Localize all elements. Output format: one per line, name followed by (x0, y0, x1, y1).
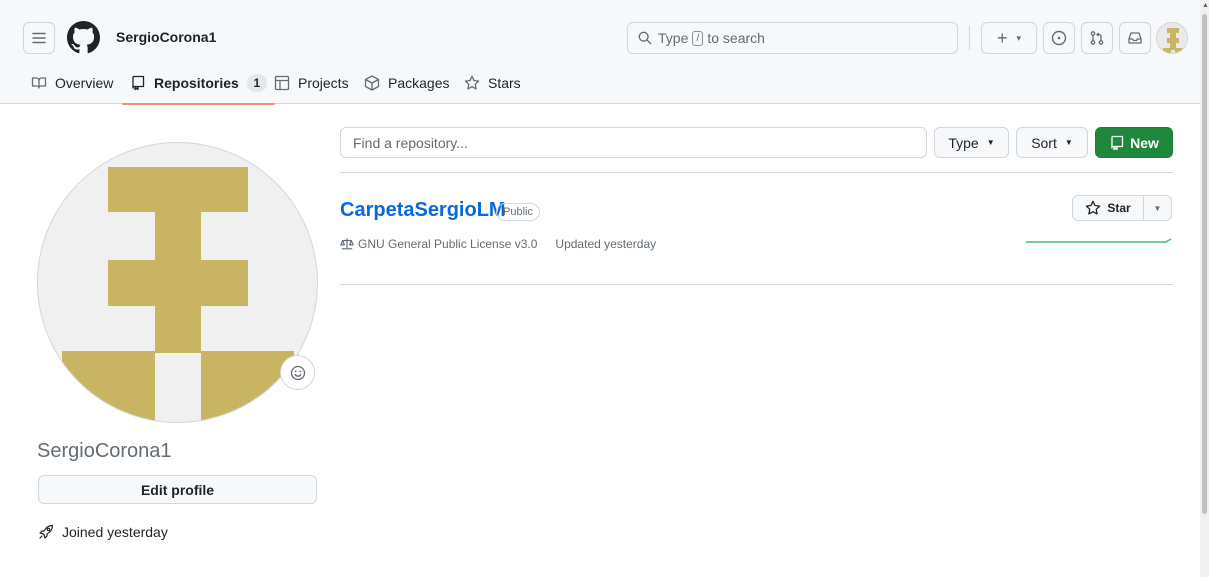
star-icon (464, 75, 480, 90)
list-bottom-divider (340, 284, 1173, 285)
global-header: SergioCorona1 Type / to search + ▾ Overv… (0, 0, 1200, 105)
tab-overview[interactable]: Overview (31, 62, 113, 104)
plus-icon: + (996, 27, 1008, 48)
chevron-down-icon: ▾ (1016, 32, 1022, 43)
type-filter-button[interactable]: Type ▼ (934, 127, 1009, 158)
avatar-identicon (1163, 28, 1183, 53)
issue-opened-icon (1051, 30, 1067, 46)
search-icon (638, 31, 652, 45)
new-repository-button[interactable]: New (1095, 127, 1173, 158)
issues-button[interactable] (1043, 22, 1075, 54)
list-top-divider (340, 172, 1173, 173)
joined-text: Joined yesterday (62, 524, 168, 540)
star-button-group: Star ▼ (1072, 195, 1172, 221)
hamburger-icon (32, 32, 46, 44)
repo-name-link[interactable]: CarpetaSergioLM (340, 199, 506, 222)
sort-label: Sort (1031, 134, 1057, 151)
book-icon (31, 77, 47, 89)
tab-stars[interactable]: Stars (464, 62, 521, 104)
new-label: New (1130, 134, 1159, 151)
repo-icon (1111, 135, 1124, 150)
git-pull-request-icon (1090, 31, 1104, 45)
scroll-thumb[interactable] (1202, 14, 1207, 514)
search-prefix: Type (658, 30, 689, 46)
table-icon (274, 75, 290, 91)
tab-repositories[interactable]: Repositories 1 (122, 62, 275, 105)
user-avatar-menu[interactable] (1156, 22, 1188, 54)
visibility-badge: Public (496, 203, 540, 221)
star-lists-dropdown[interactable]: ▼ (1144, 195, 1172, 221)
activity-sparkline (1026, 238, 1171, 243)
pull-requests-button[interactable] (1081, 22, 1113, 54)
tab-packages[interactable]: Packages (364, 62, 449, 104)
hamburger-menu-button[interactable] (23, 22, 55, 54)
repo-meta: GNU General Public License v3.0 Updated … (340, 237, 656, 251)
search-hotkey: / (692, 30, 704, 46)
profile-nav-tabs: Overview Repositories 1 Projects Package… (0, 62, 1200, 105)
search-input[interactable]: Type / to search (627, 22, 958, 54)
avatar-identicon (62, 167, 294, 422)
star-button[interactable]: Star (1072, 195, 1144, 221)
law-icon (340, 238, 354, 250)
chevron-down-icon: ▼ (1153, 203, 1162, 213)
find-repository-input[interactable] (340, 127, 927, 158)
tab-label: Packages (388, 75, 450, 91)
tab-projects[interactable]: Projects (274, 62, 349, 104)
repo-count-badge: 1 (246, 74, 267, 92)
updated-text: Updated yesterday (555, 237, 657, 251)
scroll-up-arrow-icon[interactable]: ▲ (1202, 2, 1209, 9)
type-filter-label: Type (948, 134, 979, 151)
sort-button[interactable]: Sort ▼ (1016, 127, 1088, 158)
star-label: Star (1107, 201, 1131, 215)
package-icon (364, 75, 380, 91)
header-divider (969, 26, 970, 50)
set-status-button[interactable] (280, 355, 315, 390)
page-scrollbar[interactable]: ▲ (1200, 0, 1209, 577)
edit-profile-button[interactable]: Edit profile (38, 475, 317, 504)
inbox-button[interactable] (1119, 22, 1151, 54)
profile-username: SergioCorona1 (37, 440, 172, 462)
joined-info: Joined yesterday (38, 524, 168, 540)
star-icon (1086, 200, 1101, 215)
top-bar: SergioCorona1 Type / to search + ▾ (0, 0, 1200, 62)
profile-avatar[interactable] (37, 142, 318, 423)
license-text: GNU General Public License v3.0 (358, 237, 538, 251)
create-new-button[interactable]: + ▾ (981, 22, 1037, 54)
tab-label: Projects (298, 75, 349, 91)
rocket-icon (39, 524, 54, 539)
search-suffix: to search (707, 30, 765, 46)
chevron-down-icon: ▼ (986, 138, 995, 147)
repo-icon (132, 75, 145, 91)
github-logo-icon[interactable] (67, 21, 100, 54)
chevron-down-icon: ▼ (1064, 138, 1073, 147)
context-username[interactable]: SergioCorona1 (116, 29, 216, 45)
inbox-icon (1128, 32, 1142, 44)
tab-label: Stars (488, 75, 521, 91)
smiley-icon (290, 365, 305, 380)
tab-label: Overview (55, 75, 114, 91)
tab-label: Repositories (154, 75, 239, 91)
